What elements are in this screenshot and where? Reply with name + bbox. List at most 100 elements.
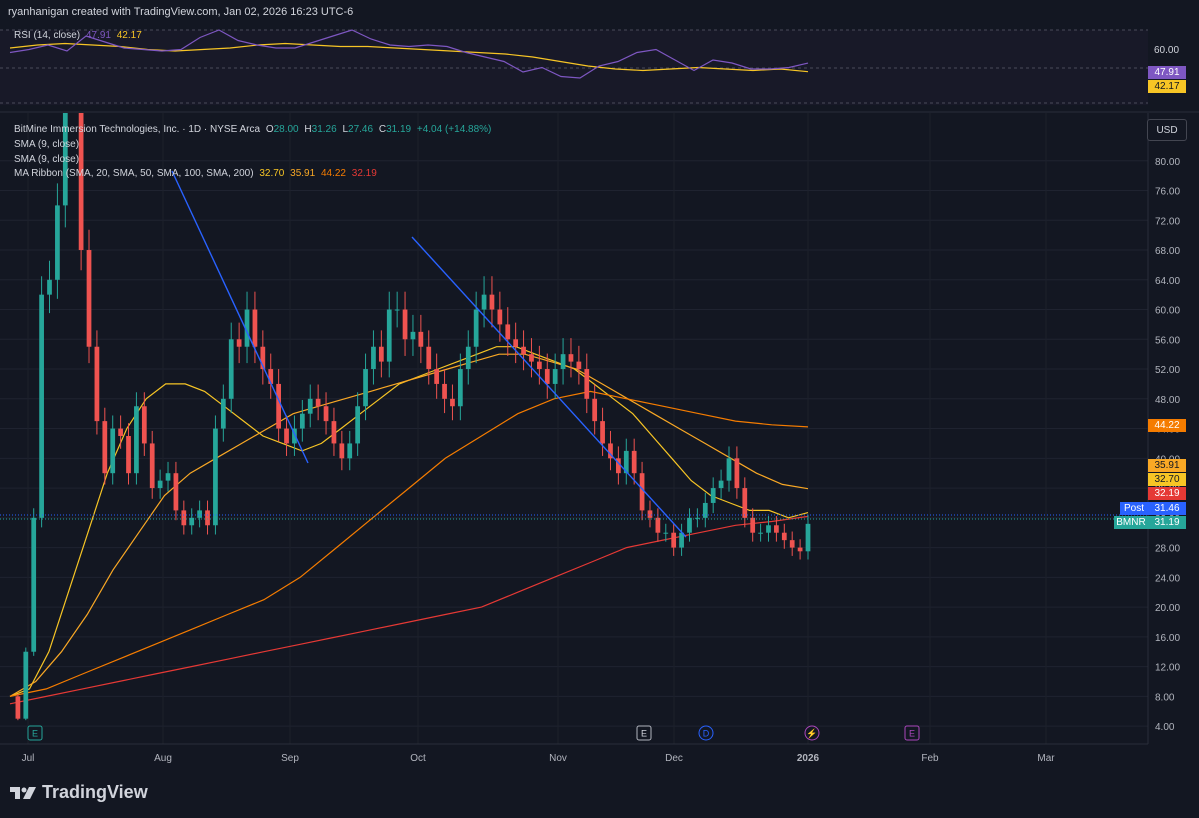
ma-line-3 xyxy=(9,515,809,705)
candle-body xyxy=(141,406,147,444)
candle-body xyxy=(284,428,289,444)
y-tick-label: 64.00 xyxy=(1155,276,1180,287)
candle-body xyxy=(110,428,116,474)
header-credit: ryanhanigan created with TradingView.com… xyxy=(8,6,354,18)
y-tick-label: 28.00 xyxy=(1155,544,1180,555)
candle-body xyxy=(55,205,60,280)
candle-body xyxy=(734,458,740,489)
candle-body xyxy=(450,398,455,407)
rsi-ma-tag: 42.17 xyxy=(1148,80,1186,93)
rsi-legend: RSI (14, close) 47.91 42.17 xyxy=(14,30,145,41)
candle-body xyxy=(576,361,582,370)
candle-body xyxy=(426,346,432,370)
candle-body xyxy=(197,510,202,518)
candle-body xyxy=(102,421,108,474)
y-tick-label: 60.00 xyxy=(1155,306,1180,317)
candle-body xyxy=(473,309,479,347)
ma200-tag: 32.19 xyxy=(1148,487,1186,500)
ribbon-value-20: 32.70 xyxy=(259,168,285,179)
post-label-tag: Post xyxy=(1120,502,1148,515)
candle-body xyxy=(513,339,519,347)
candle-body xyxy=(228,339,234,399)
candle-body xyxy=(521,346,526,355)
candle-body xyxy=(505,324,511,340)
y-tick-label: 20.00 xyxy=(1155,603,1180,614)
candle-body xyxy=(774,525,779,533)
symbol-name: BitMine Immersion Technologies, Inc. · 1… xyxy=(14,124,261,135)
candle-body xyxy=(189,517,195,526)
candle-body xyxy=(236,339,242,347)
brand-name: TradingView xyxy=(42,782,148,802)
rsi-ma-value: 42.17 xyxy=(116,30,142,41)
candle-body xyxy=(758,532,763,534)
candle-body xyxy=(710,488,716,503)
candle-body xyxy=(363,369,368,407)
rsi-label: RSI (14, close) xyxy=(14,30,81,41)
open-label: O xyxy=(265,124,274,135)
y-tick-label: 76.00 xyxy=(1155,187,1180,198)
x-tick-label: Dec xyxy=(665,753,683,764)
ticker-tag: BMNR xyxy=(1114,516,1148,529)
candle-body xyxy=(213,428,218,526)
candle-body xyxy=(134,406,139,474)
main-chart[interactable]: 80.00 76.00 72.00 68.00 64.00 60.00 56.00 52.00… xyxy=(0,113,1199,818)
sma1-legend: SMA (9, close) xyxy=(14,139,80,150)
last-price-tag: 31.19 xyxy=(1148,516,1186,529)
candle-body xyxy=(355,406,361,444)
candle-body xyxy=(592,398,598,422)
candle-body xyxy=(402,309,408,340)
ribbon-value-50: 35.91 xyxy=(290,168,316,179)
candle-body xyxy=(149,443,155,489)
x-tick-label: 2026 xyxy=(797,753,820,764)
candle-body xyxy=(371,346,376,370)
candle-body xyxy=(481,294,487,310)
candle-body xyxy=(687,517,692,533)
candle-body xyxy=(276,383,282,429)
event-label: D xyxy=(703,729,710,739)
y-tick-label: 48.00 xyxy=(1155,395,1180,406)
candle-body xyxy=(173,473,179,511)
y-tick-label: 4.00 xyxy=(1155,722,1175,733)
high-label: H xyxy=(304,124,312,135)
candle-body xyxy=(126,436,131,474)
candle-body xyxy=(718,480,724,489)
high-value: 31.26 xyxy=(311,124,337,135)
ribbon-legend: MA Ribbon (SMA, 20, SMA, 50, SMA, 100, S… xyxy=(14,168,380,179)
trendline-2[interactable] xyxy=(411,236,687,538)
rsi-pane: 60.00 xyxy=(0,29,1199,113)
candle-body xyxy=(418,331,424,347)
candle-body xyxy=(434,369,440,384)
event-label: E xyxy=(32,729,38,739)
x-tick-label: Aug xyxy=(154,753,172,764)
candle-body xyxy=(339,443,345,459)
ma100-tag: 44.22 xyxy=(1148,419,1186,432)
candle-body xyxy=(331,421,337,444)
candle-body xyxy=(805,523,811,552)
candle-body xyxy=(671,532,677,548)
candle-body xyxy=(118,428,123,436)
event-label: ⚡ xyxy=(806,728,817,740)
x-tick-label: Nov xyxy=(549,753,567,764)
candle-body xyxy=(639,473,645,511)
y-tick-label: 52.00 xyxy=(1155,365,1180,376)
tradingview-logo[interactable]: TradingView xyxy=(10,782,148,803)
y-tick-label: 56.00 xyxy=(1155,335,1180,346)
low-value: 27.46 xyxy=(348,124,374,135)
x-tick-label: Jul xyxy=(22,753,35,764)
event-label: E xyxy=(909,729,915,739)
candle-body xyxy=(560,354,566,370)
trendline-1[interactable] xyxy=(171,170,309,464)
candle-body xyxy=(789,540,795,548)
candle-body xyxy=(663,532,669,534)
candle-body xyxy=(220,398,226,429)
candle-body xyxy=(742,488,748,518)
candle-body xyxy=(584,369,590,399)
currency-button[interactable]: USD xyxy=(1147,119,1187,141)
candle-body xyxy=(702,502,708,518)
candle-body xyxy=(394,309,400,311)
candle-body xyxy=(552,369,558,384)
candle-body xyxy=(323,406,329,422)
rsi-tag: 47.91 xyxy=(1148,66,1186,79)
symbol-legend: BitMine Immersion Technologies, Inc. · 1… xyxy=(14,124,494,135)
candle-body xyxy=(157,480,163,489)
